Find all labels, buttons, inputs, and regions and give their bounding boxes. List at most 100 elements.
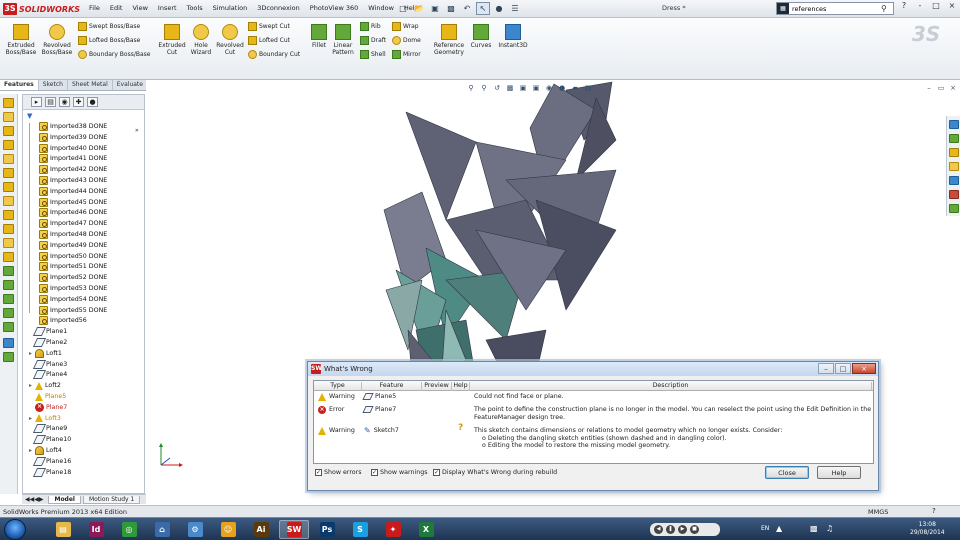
tree-node-imported[interactable]: Imported49 DONE bbox=[39, 240, 107, 251]
shell-tool-icon[interactable] bbox=[3, 252, 14, 262]
tab-scroll-arrows-icon[interactable]: ◀◀◀▶ bbox=[22, 496, 46, 503]
revolved-boss-button[interactable]: Revolved Boss/Base bbox=[40, 24, 74, 56]
viewport-minimize-icon[interactable]: – bbox=[924, 83, 934, 93]
search-input[interactable] bbox=[789, 4, 881, 13]
tree-node-plane1[interactable]: Plane1 bbox=[29, 326, 67, 337]
show-errors-checkbox[interactable]: ✓ Show errors bbox=[315, 469, 362, 476]
tree-node-imported[interactable]: Imported48 DONE bbox=[39, 229, 107, 240]
lofted-cut-button[interactable]: Lofted Cut bbox=[248, 36, 290, 45]
custom-properties-icon[interactable] bbox=[949, 190, 959, 199]
close-button[interactable]: × bbox=[946, 1, 958, 10]
file-explorer-icon[interactable] bbox=[949, 148, 959, 157]
tree-node-plane18[interactable]: Plane18 bbox=[29, 467, 71, 478]
tree-node-imported[interactable]: Imported52 DONE bbox=[39, 272, 107, 283]
edit-appearance-icon[interactable]: ● bbox=[557, 83, 567, 93]
revolved-cut-button[interactable]: Revolved Cut bbox=[214, 24, 246, 56]
tab-features[interactable]: Features bbox=[0, 80, 39, 90]
search-scope-icon[interactable]: ▦ bbox=[777, 3, 789, 14]
taskbar-network-app[interactable]: ⌂ bbox=[147, 520, 177, 539]
menu-insert[interactable]: Insert bbox=[153, 3, 182, 13]
tree-node-loft4[interactable]: ▸ Loft4 bbox=[29, 445, 62, 456]
loft-cut-tool-icon[interactable] bbox=[3, 210, 14, 220]
dialog-minimize-button[interactable]: – bbox=[818, 363, 834, 374]
taskbar-windows-explorer[interactable]: ▤ bbox=[48, 520, 78, 539]
select-icon[interactable]: ↖ bbox=[476, 2, 490, 15]
revolve-tool-icon[interactable] bbox=[3, 112, 14, 122]
previous-track-icon[interactable]: ◀ bbox=[654, 525, 663, 534]
hole-wizard-button[interactable]: Hole Wizard bbox=[186, 24, 216, 56]
mirror-button[interactable]: Mirror bbox=[392, 50, 421, 59]
shell-button[interactable]: Shell bbox=[360, 50, 386, 59]
tree-node-imported[interactable]: Imported38 DONE bbox=[39, 121, 107, 132]
tab-sketch[interactable]: Sketch bbox=[39, 80, 68, 90]
view-orientation-icon[interactable]: ▣ bbox=[518, 83, 528, 93]
print-icon[interactable]: ▩ bbox=[444, 2, 458, 15]
boundary-boss-button[interactable]: Boundary Boss/Base bbox=[78, 50, 150, 59]
expand-icon[interactable]: ▸ bbox=[29, 350, 33, 357]
tree-node-imported[interactable]: Imported41 DONE bbox=[39, 153, 107, 164]
configuration-tab-icon[interactable]: ◉ bbox=[59, 97, 70, 107]
tree-node-plane10[interactable]: Plane10 bbox=[29, 434, 71, 445]
expand-icon[interactable]: ▸ bbox=[29, 415, 33, 422]
tab-motion-study[interactable]: Motion Study 1 bbox=[82, 495, 141, 504]
dialog-close-button[interactable]: × bbox=[852, 363, 876, 374]
tree-node-imported[interactable]: Imported50 DONE bbox=[39, 251, 107, 262]
search-icon[interactable]: ⚲ bbox=[881, 4, 887, 13]
taskbar-messenger-app[interactable]: ☺ bbox=[213, 520, 243, 539]
column-feature[interactable]: Feature bbox=[362, 382, 422, 391]
tree-node-loft2[interactable]: ▸ Loft2 bbox=[29, 380, 61, 391]
tree-node-plane9[interactable]: Plane9 bbox=[29, 423, 67, 434]
view-palette-icon[interactable] bbox=[949, 162, 959, 171]
dome-button[interactable]: Dome bbox=[392, 36, 421, 45]
reference-geometry-button[interactable]: Reference Geometry bbox=[430, 24, 468, 56]
column-help[interactable]: Help bbox=[452, 382, 470, 391]
dialog-title-bar[interactable]: SW What's Wrong bbox=[308, 362, 878, 376]
taskbar-photoshop[interactable]: Ps bbox=[312, 520, 342, 539]
display-during-rebuild-checkbox[interactable]: ✓ Display What's Wrong during rebuild bbox=[433, 469, 557, 476]
lofted-boss-button[interactable]: Lofted Boss/Base bbox=[78, 36, 140, 45]
tree-node-imported[interactable]: Imported47 DONE bbox=[39, 218, 107, 229]
help-icon[interactable]: ? bbox=[898, 1, 910, 10]
open-icon[interactable]: 📂 bbox=[412, 2, 426, 15]
display-manager-tab-icon[interactable]: ● bbox=[87, 97, 98, 107]
taskbar-indesign[interactable]: Id bbox=[81, 520, 111, 539]
extruded-cut-button[interactable]: Extruded Cut bbox=[156, 24, 188, 56]
minimize-button[interactable]: - bbox=[914, 1, 926, 10]
design-library-icon[interactable] bbox=[949, 134, 959, 143]
help-button[interactable]: Help bbox=[817, 466, 861, 479]
loft-tool-icon[interactable] bbox=[3, 140, 14, 150]
language-indicator[interactable]: EN bbox=[761, 525, 769, 532]
taskbar-solidworks[interactable]: SW bbox=[279, 520, 309, 539]
expand-icon[interactable]: ▸ bbox=[29, 447, 33, 454]
instant3d-button[interactable]: Instant3D bbox=[496, 24, 530, 49]
column-preview[interactable]: Preview bbox=[422, 382, 452, 391]
solidworks-forum-icon[interactable] bbox=[949, 204, 959, 213]
taskbar-chrome[interactable]: ◎ bbox=[114, 520, 144, 539]
viewport-restore-icon[interactable]: ▭ bbox=[936, 83, 946, 93]
menu-window[interactable]: Window bbox=[363, 3, 399, 13]
tree-node-plane4[interactable]: Plane4 bbox=[29, 369, 67, 380]
display-style-icon[interactable]: ▣ bbox=[531, 83, 541, 93]
split-tool-icon[interactable] bbox=[3, 352, 14, 362]
tree-node-imported[interactable]: Imported46 DONE bbox=[39, 207, 107, 218]
tree-node-plane5[interactable]: Plane5 bbox=[29, 391, 66, 402]
dome-tool-icon[interactable] bbox=[3, 238, 14, 248]
resources-icon[interactable] bbox=[949, 120, 959, 129]
tray-chevron-icon[interactable]: ▲ bbox=[776, 524, 782, 533]
network-icon[interactable]: ▩ bbox=[810, 524, 818, 533]
apply-scene-icon[interactable]: ▰ bbox=[570, 83, 580, 93]
help-question-icon[interactable]: ? bbox=[458, 424, 463, 433]
feature-tree-tab-icon[interactable]: ▸ bbox=[31, 97, 42, 107]
start-button[interactable] bbox=[4, 519, 26, 540]
curves-button[interactable]: Curves bbox=[468, 24, 494, 49]
tree-node-imported[interactable]: Imported55 DONE bbox=[39, 305, 107, 316]
tree-node-loft3[interactable]: ▸ Loft3 bbox=[29, 413, 61, 424]
dimxpert-tab-icon[interactable]: ✚ bbox=[73, 97, 84, 107]
volume-icon[interactable]: ♫ bbox=[826, 524, 833, 533]
tree-node-imported[interactable]: Imported39 DONE bbox=[39, 132, 107, 143]
tab-model[interactable]: Model bbox=[48, 495, 81, 504]
solidworks-logo[interactable]: 3S SOLIDWORKS bbox=[3, 2, 80, 16]
extrude-tool-icon[interactable] bbox=[3, 98, 14, 108]
menu-tools[interactable]: Tools bbox=[182, 3, 208, 13]
next-track-icon[interactable]: ▶ bbox=[678, 525, 687, 534]
